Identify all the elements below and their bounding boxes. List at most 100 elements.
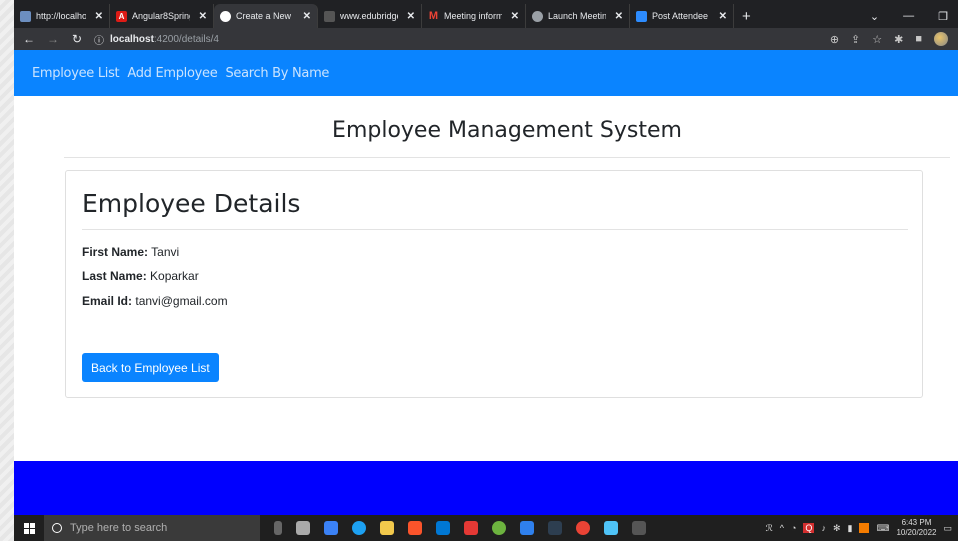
close-icon[interactable]: ✕	[719, 11, 727, 22]
close-icon[interactable]: ✕	[511, 11, 519, 22]
sts-icon[interactable]	[548, 521, 562, 535]
gmail-icon: M	[428, 10, 439, 22]
wps-icon[interactable]	[464, 521, 478, 535]
email-row: Email Id: tanvi@gmail.com	[82, 294, 228, 308]
tab-title: Angular8SpringB	[132, 11, 190, 21]
tab-title: http://localhost:4	[36, 11, 86, 21]
chevron-down-icon[interactable]: ⌄	[870, 10, 879, 23]
tab-gmail[interactable]: M Meeting informa ✕	[422, 4, 526, 28]
tab-edubridge[interactable]: www.edubridge ✕	[318, 4, 422, 28]
divider	[82, 229, 908, 230]
page-icon	[324, 10, 335, 22]
field-value: Tanvi	[151, 245, 180, 259]
tab-title: Meeting informa	[444, 11, 502, 21]
globe-icon	[532, 10, 543, 22]
antivirus-icon[interactable]: Q	[803, 523, 815, 533]
tab-github[interactable]: Create a New Re ✕	[214, 4, 318, 28]
field-value: tanvi@gmail.com	[135, 294, 228, 308]
page-footer	[14, 461, 958, 515]
tab-angular[interactable]: A Angular8SpringB ✕	[110, 4, 214, 28]
reload-icon[interactable]: ↻	[70, 32, 84, 46]
keyboard-icon[interactable]: ⌨	[876, 523, 889, 534]
people-icon[interactable]: ℛ	[766, 523, 773, 534]
zoom-icon[interactable]: ⊕	[830, 33, 839, 46]
pinned-apps	[260, 521, 646, 535]
card-heading: Employee Details	[82, 189, 301, 218]
tab-title: Create a New Re	[236, 11, 294, 21]
url-field[interactable]: ⓘ localhost:4200/details/4	[94, 32, 219, 47]
star-icon[interactable]: ☆	[872, 33, 882, 46]
edge-icon[interactable]	[352, 521, 366, 535]
extensions-icon[interactable]: ✱	[894, 33, 903, 46]
tab-title: Post Attendee -	[652, 11, 710, 21]
field-value: Koparkar	[150, 269, 199, 283]
tab-strip: http://localhost:4 ✕ A Angular8SpringB ✕…	[14, 0, 958, 28]
back-arrow-icon[interactable]: ←	[22, 32, 36, 46]
clock-time: 6:43 PM	[901, 518, 932, 527]
chevron-up-icon[interactable]: ^	[780, 523, 784, 533]
microphone-icon[interactable]	[274, 521, 282, 535]
spring-icon[interactable]	[492, 521, 506, 535]
address-bar: ← → ↻ ⓘ localhost:4200/details/4 ⊕ ⇪ ☆ ✱…	[14, 28, 958, 50]
brave-icon[interactable]	[408, 521, 422, 535]
field-label: Email Id:	[82, 294, 133, 308]
close-icon[interactable]: ✕	[95, 11, 103, 22]
field-label: First Name:	[82, 245, 149, 259]
close-icon[interactable]: ✕	[615, 11, 623, 22]
nav-search-by-name[interactable]: Search By Name	[225, 66, 329, 81]
clock-date: 10/20/2022	[896, 528, 937, 537]
github-icon	[220, 10, 231, 22]
restore-button[interactable]: ❐	[938, 10, 948, 23]
close-icon[interactable]: ✕	[303, 11, 311, 22]
last-name-row: Last Name: Koparkar	[82, 269, 199, 283]
system-tray: ℛ ^ ◔ Q ♪ ✻ ▮ ⌨ 6:43 PM 10/20/2022 ▭	[766, 518, 958, 538]
network-icon[interactable]: ◔	[791, 523, 796, 533]
windows-icon	[23, 522, 35, 534]
nav-employee-list[interactable]: Employee List	[32, 66, 120, 81]
windows-taskbar: Type here to search ℛ ^ ◔ Q ♪ ✻ ▮ ⌨ 6:43…	[14, 515, 958, 541]
tab-launch-meeting[interactable]: Launch Meeting ✕	[526, 4, 630, 28]
battery-icon[interactable]: ▮	[847, 523, 852, 534]
profile-avatar[interactable]	[934, 32, 948, 46]
app-tray-icon[interactable]	[859, 523, 870, 533]
browser-window: http://localhost:4 ✕ A Angular8SpringB ✕…	[14, 0, 958, 541]
notifications-icon[interactable]: ▭	[943, 523, 952, 534]
mail-icon[interactable]	[436, 521, 450, 535]
terminal-icon[interactable]	[632, 521, 646, 535]
sidepanel-icon[interactable]: ■	[915, 33, 922, 45]
file-explorer-icon[interactable]	[380, 521, 394, 535]
tab-post-attendee[interactable]: Post Attendee - ✕	[630, 4, 734, 28]
tab-title: Launch Meeting	[548, 11, 606, 21]
clock[interactable]: 6:43 PM 10/20/2022	[896, 518, 936, 538]
angular-icon: A	[116, 10, 127, 22]
minimize-button[interactable]: —	[903, 10, 914, 22]
url-host: localhost	[110, 33, 154, 45]
start-button[interactable]	[14, 522, 44, 534]
vscode-icon[interactable]	[520, 521, 534, 535]
bluetooth-icon[interactable]: ✻	[833, 523, 841, 534]
info-icon[interactable]: ⓘ	[94, 32, 104, 47]
field-label: Last Name:	[82, 269, 147, 283]
back-to-list-button[interactable]: Back to Employee List	[82, 353, 219, 382]
employee-details-card: Employee Details First Name: Tanvi Last …	[65, 170, 923, 398]
search-placeholder: Type here to search	[70, 522, 168, 534]
app-icon[interactable]	[604, 521, 618, 535]
share-icon[interactable]: ⇪	[851, 33, 860, 46]
close-icon[interactable]: ✕	[407, 11, 415, 22]
chrome-icon[interactable]	[576, 521, 590, 535]
task-view-icon[interactable]	[296, 521, 310, 535]
page-icon	[20, 10, 31, 22]
window-controls: ⌄ — ❐	[870, 4, 958, 28]
page-title: Employee Management System	[332, 118, 682, 143]
volume-icon[interactable]: ♪	[821, 523, 826, 533]
zoom-icon	[636, 10, 647, 22]
forward-arrow-icon[interactable]: →	[46, 32, 60, 46]
nav-add-employee[interactable]: Add Employee	[127, 66, 217, 81]
store-icon[interactable]	[324, 521, 338, 535]
app-navbar: Employee List Add Employee Search By Nam…	[14, 50, 958, 96]
tab-localhost[interactable]: http://localhost:4 ✕	[14, 4, 110, 28]
browser-actions: ⊕ ⇪ ☆ ✱ ■	[830, 32, 958, 46]
close-icon[interactable]: ✕	[199, 11, 207, 22]
taskbar-search[interactable]: Type here to search	[44, 515, 260, 541]
new-tab-button[interactable]: +	[734, 4, 759, 28]
